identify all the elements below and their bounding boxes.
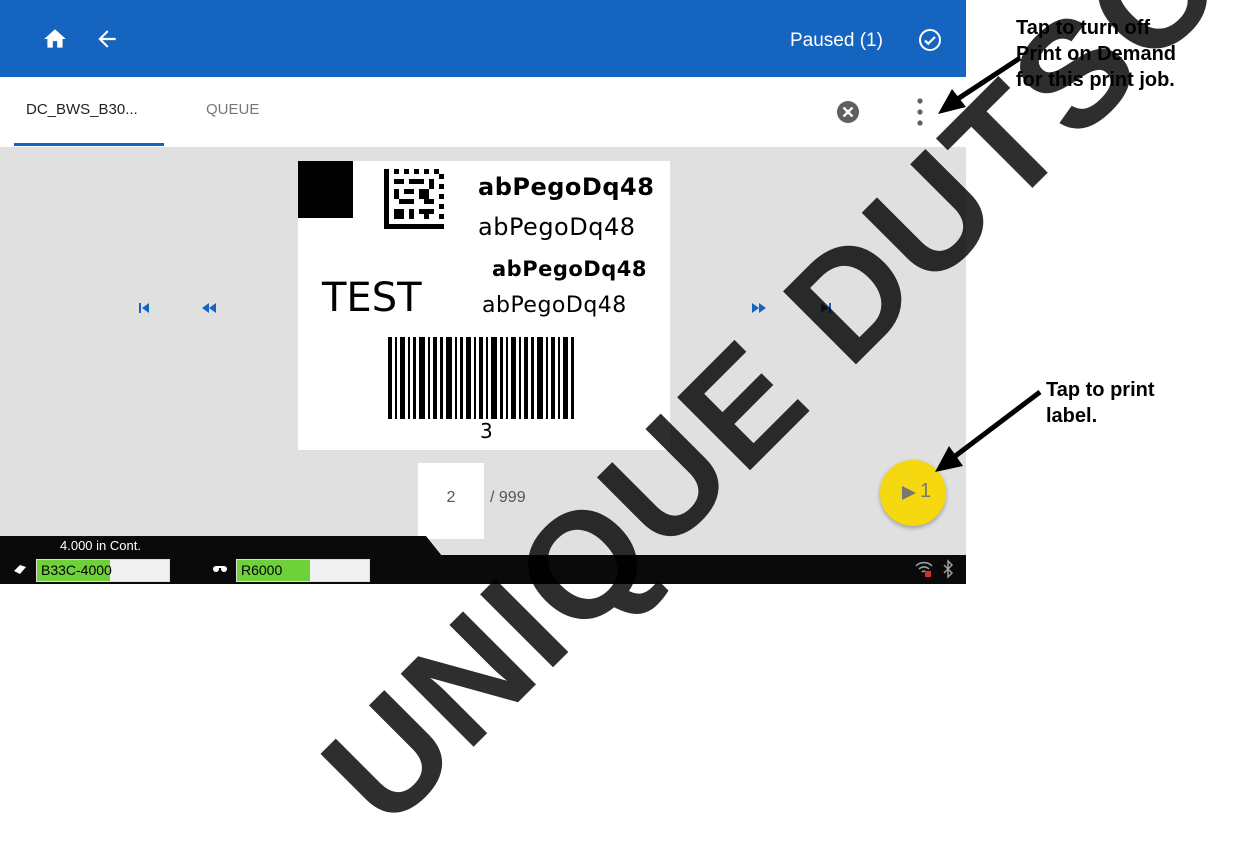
previous-page-icon[interactable] (200, 301, 218, 315)
barcode-number: 3 (480, 419, 493, 443)
label-supply-gauge[interactable]: B33C-4000 (36, 559, 170, 582)
label-roll-icon (14, 565, 26, 574)
print-label-button[interactable]: 1 (880, 460, 946, 526)
page-total: / 999 (490, 489, 526, 506)
callout-line: label. (1046, 405, 1098, 427)
callout-print-label: Tap to print label. (1046, 377, 1155, 429)
bluetooth-icon (943, 559, 954, 579)
more-vert-icon[interactable] (912, 95, 928, 129)
tab-file[interactable]: DC_BWS_B30... (26, 101, 138, 118)
callout-print-on-demand: Tap to turn off Print on Demand for this… (1016, 15, 1176, 93)
callout-line: Tap to print (1046, 379, 1155, 401)
active-tab-indicator (14, 143, 164, 146)
printer-screen: Paused (1) DC_BWS_B30... QUEUE abPegoDq4… (0, 0, 966, 584)
page-number-value[interactable]: 2 (418, 489, 484, 507)
tab-bar: DC_BWS_B30... QUEUE (0, 77, 966, 147)
callout-line: for this print job. (1016, 69, 1175, 91)
last-page-icon[interactable] (816, 301, 834, 315)
check-circle-icon[interactable] (918, 28, 942, 52)
ribbon-supply-gauge[interactable]: R6000 (236, 559, 370, 582)
tab-queue[interactable]: QUEUE (206, 101, 259, 118)
label-text-line-3: abPegoDq48 (492, 257, 647, 281)
label-text-line-1: abPegoDq48 (478, 173, 655, 201)
label-text-line-4: abPegoDq48 (482, 293, 627, 318)
label-test-text: TEST (322, 275, 422, 321)
wifi-off-icon (915, 561, 933, 577)
media-info-text: 4.000 in Cont. (60, 538, 141, 553)
datamatrix-code (384, 169, 444, 229)
page-number-field[interactable]: 2 (418, 463, 484, 539)
print-count: 1 (920, 480, 932, 502)
close-icon[interactable] (836, 100, 860, 124)
barcode (388, 337, 574, 419)
label-supply-name: B33C-4000 (41, 562, 112, 578)
label-preview-area: abPegoDq48 abPegoDq48 abPegoDq48 abPegoD… (0, 147, 966, 555)
black-square-graphic (298, 161, 353, 218)
callout-line: Tap to turn off (1016, 17, 1151, 39)
next-page-icon[interactable] (750, 301, 768, 315)
home-icon[interactable] (42, 26, 68, 52)
label-text-line-2: abPegoDq48 (478, 213, 636, 241)
print-status-text[interactable]: Paused (1) (790, 30, 883, 52)
label-preview: abPegoDq48 abPegoDq48 abPegoDq48 abPegoD… (298, 161, 670, 450)
first-page-icon[interactable] (136, 301, 154, 315)
ribbon-supply-name: R6000 (241, 562, 283, 578)
top-app-bar: Paused (1) (0, 0, 966, 77)
callout-line: Print on Demand (1016, 43, 1177, 65)
ribbon-icon (213, 566, 227, 572)
back-arrow-icon[interactable] (94, 26, 120, 52)
